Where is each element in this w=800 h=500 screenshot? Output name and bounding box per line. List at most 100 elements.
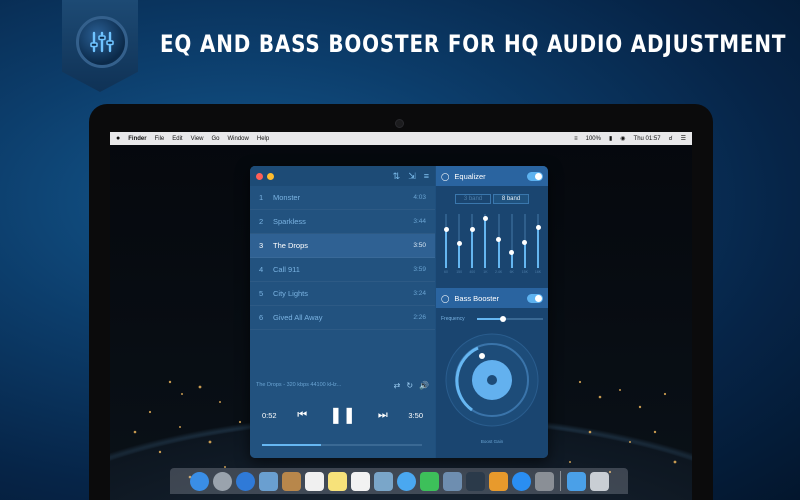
track-duration: 4:03 — [413, 194, 426, 201]
bass-booster-toggle[interactable] — [527, 293, 543, 303]
track-title: Gived All Away — [273, 313, 323, 322]
eq-band-slider[interactable] — [445, 214, 447, 268]
menu-finder[interactable]: Finder — [128, 136, 146, 142]
repeat-icon[interactable]: ↻ — [406, 381, 413, 390]
messages-icon[interactable] — [396, 471, 416, 491]
photo-icon[interactable] — [258, 471, 278, 491]
eq-band-slider[interactable] — [510, 214, 513, 268]
shuffle-icon[interactable]: ⇄ — [394, 381, 401, 390]
track-title: The Drops — [273, 241, 309, 250]
wifi-icon[interactable]: ◉ — [620, 135, 625, 142]
apple-menu-icon[interactable]: ● — [116, 135, 120, 142]
eq-band-knob[interactable] — [535, 225, 541, 230]
equalizer-menu-icon[interactable]: ≡ — [574, 136, 578, 142]
battery-icon[interactable]: ▮ — [609, 135, 612, 142]
photos-icon[interactable] — [442, 471, 462, 491]
eq-band-knob[interactable] — [496, 237, 502, 243]
elapsed-time: 0:52 — [262, 410, 277, 420]
tab-8-band[interactable]: 8 band — [493, 194, 529, 204]
close-button[interactable] — [256, 172, 263, 180]
headline: EQ AND BASS BOOSTER FOR HQ AUDIO ADJUSTM… — [160, 30, 787, 58]
laptop: ● Finder File Edit View Go Window Help ≡… — [89, 104, 713, 500]
menu-file[interactable]: File — [155, 136, 165, 142]
finder-icon[interactable] — [189, 471, 209, 491]
frequency-knob[interactable] — [500, 316, 507, 322]
launchpad-icon[interactable] — [212, 471, 232, 491]
eq-band-slider[interactable] — [484, 214, 487, 268]
effects-panel: ◯ Equalizer 3 band 8 band 60 150 400 1K 2.4K… — [436, 166, 548, 458]
bass-power-icon[interactable]: ◯ — [441, 294, 449, 303]
menu-go[interactable]: Go — [212, 136, 220, 142]
notification-center-icon[interactable]: ☰ — [681, 135, 686, 142]
eq-band-knob[interactable] — [456, 241, 462, 247]
progress-bar[interactable] — [262, 444, 422, 446]
eq-band-knob[interactable] — [482, 215, 488, 221]
equalizer-toggle-icon[interactable]: ≡ — [424, 171, 429, 182]
band-tabs: 3 band 8 band — [436, 194, 548, 204]
minimize-button[interactable] — [267, 172, 274, 180]
bass-booster-header: ◯ Bass Booster — [436, 288, 548, 308]
track-duration: 2:26 — [413, 314, 426, 321]
eq-band-fill — [497, 239, 500, 268]
track-number: 6 — [259, 313, 264, 322]
app-store-icon[interactable] — [511, 471, 531, 491]
equalizer-toggle[interactable] — [527, 171, 543, 181]
track-number: 1 — [259, 193, 264, 202]
eq-band-fill — [537, 227, 539, 268]
eq-band-knob[interactable] — [509, 250, 515, 256]
ibooks-icon[interactable] — [488, 471, 508, 491]
eq-band-knob[interactable] — [469, 226, 475, 232]
track-row[interactable]: 1 Monster 4:03 — [250, 186, 435, 210]
frequency-label: Frequency — [441, 316, 465, 322]
eq-band-fill — [523, 242, 526, 268]
boost-gain-dial[interactable]: Boost Gain — [436, 330, 548, 448]
menu-help[interactable]: Help — [257, 136, 269, 142]
pause-button[interactable]: ❚❚ — [329, 405, 356, 425]
downloads-icon[interactable] — [566, 471, 586, 491]
contacts-icon[interactable] — [281, 471, 301, 491]
eq-band-slider[interactable] — [537, 214, 539, 268]
eq-band-label: 60 — [444, 270, 448, 274]
dock-separator — [559, 471, 561, 491]
reminders-icon[interactable] — [350, 471, 370, 491]
safari-icon[interactable] — [235, 471, 255, 491]
equalizer-power-icon[interactable]: ◯ — [441, 172, 449, 181]
previous-button[interactable]: ⏮ — [297, 409, 307, 422]
quicktime-icon[interactable] — [465, 471, 485, 491]
eq-band-label: 6K — [509, 270, 514, 274]
track-row[interactable]: 3 The Drops 3:50 — [250, 234, 435, 258]
system-preferences-icon[interactable] — [534, 471, 554, 491]
volume-icon[interactable]: 🔊 — [419, 381, 429, 390]
track-row[interactable]: 5 City Lights 3:24 — [250, 282, 435, 306]
eq-band-knob[interactable] — [443, 226, 449, 232]
eq-band-fill — [458, 243, 461, 268]
title-bar: ⇅ ⇲ ≡ — [250, 166, 435, 186]
notes-icon[interactable] — [327, 471, 347, 491]
track-duration: 3:24 — [413, 290, 426, 297]
playlist-panel: ⇅ ⇲ ≡ 1 Monster 4:03 2 Sparkless 3:44 3 The Dro… — [250, 166, 435, 458]
preview-icon[interactable] — [373, 471, 393, 491]
facetime-icon[interactable] — [419, 471, 439, 491]
spotlight-search-icon[interactable]: ☌ — [669, 135, 673, 142]
track-row[interactable]: 6 Gived All Away 2:26 — [250, 306, 435, 330]
eq-band-knob[interactable] — [522, 239, 528, 245]
calendar-icon[interactable] — [304, 471, 324, 491]
eq-band-label: 15K — [521, 270, 528, 274]
track-duration: 3:44 — [413, 218, 426, 225]
tab-3-band[interactable]: 3 band — [455, 194, 491, 204]
shuffle-mode-icon[interactable]: ⇅ — [393, 171, 401, 182]
track-row[interactable]: 4 Call 911 3:59 — [250, 258, 435, 282]
equalizer-logo-icon — [76, 16, 128, 68]
clock[interactable]: Thu 01:57 — [634, 136, 661, 142]
track-row[interactable]: 2 Sparkless 3:44 — [250, 210, 435, 234]
trash-icon[interactable] — [589, 471, 609, 491]
menu-window[interactable]: Window — [228, 136, 249, 142]
menu-edit[interactable]: Edit — [172, 136, 182, 142]
next-button[interactable]: ⏭ — [378, 409, 388, 422]
frequency-slider[interactable] — [476, 316, 543, 322]
menu-bar: ● Finder File Edit View Go Window Help ≡… — [110, 132, 692, 145]
menu-view[interactable]: View — [191, 136, 204, 142]
eq-band-slider[interactable] — [471, 214, 474, 268]
track-number: 4 — [259, 265, 264, 274]
collapse-icon[interactable]: ⇲ — [408, 171, 416, 182]
